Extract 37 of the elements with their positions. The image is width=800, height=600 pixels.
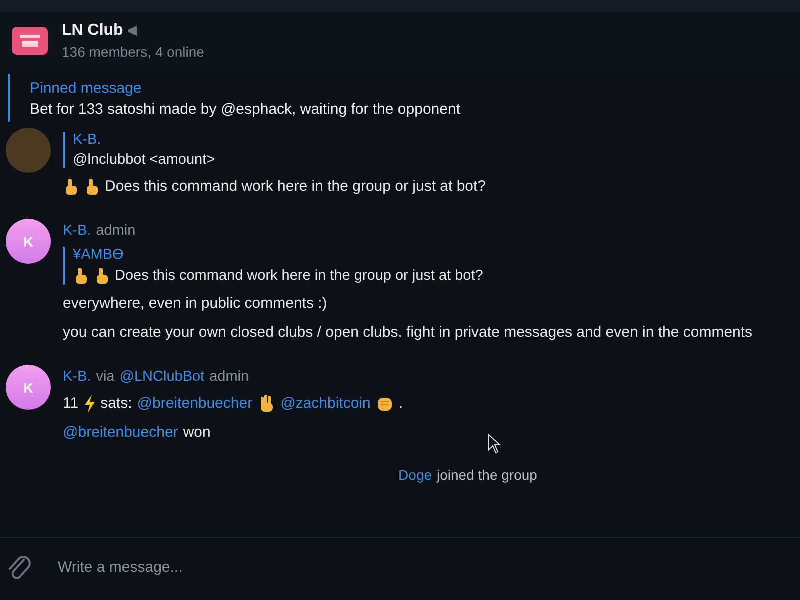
- sender-name[interactable]: K-B.: [63, 223, 92, 239]
- sender-name[interactable]: K-B.: [63, 369, 92, 385]
- group-logo-icon: [10, 25, 50, 57]
- message-text: .: [398, 394, 404, 414]
- mention-link[interactable]: @breitenbuecher: [63, 422, 178, 443]
- pinned-label: Pinned message: [30, 80, 142, 97]
- pointing-hand-icon: [84, 178, 100, 196]
- reply-quote[interactable]: K-B. @lnclubbot <amount>: [63, 132, 486, 168]
- message-text: everywhere, even in public comments :): [63, 294, 328, 314]
- role-label: admin: [210, 369, 250, 385]
- message-text: 11: [63, 394, 79, 414]
- message-text: Does this command work here in the group or just at bot?: [105, 177, 486, 197]
- cursor-icon: [488, 434, 502, 454]
- pointing-hand-icon: [94, 267, 110, 285]
- pointing-hand-icon: [63, 178, 79, 196]
- message-text: you can create your own closed clubs / open clubs. fight in private messages and even in the comments: [63, 323, 753, 343]
- member-link[interactable]: Doge: [398, 467, 432, 483]
- message-text: won: [183, 423, 211, 443]
- reply-text: Does this command work here in the group or just at bot?: [115, 268, 484, 284]
- lightning-icon: [84, 394, 96, 412]
- mention-link[interactable]: @zachbitcoin: [280, 393, 371, 414]
- via-label: via: [96, 369, 115, 385]
- pinned-text: Bet for 133 satoshi made by @esphack, waiting for the opponent: [30, 101, 460, 118]
- reply-author: K-B.: [73, 132, 102, 148]
- message-text: sats:: [100, 394, 132, 414]
- reply-quote[interactable]: ¥AMBӨ Does this command work here in the group or just at bot?: [63, 247, 753, 285]
- service-text: joined the group: [437, 467, 538, 483]
- message-input[interactable]: Write a message...: [56, 558, 794, 576]
- pointing-hand-icon: [73, 267, 89, 285]
- reply-author: ¥AMBӨ: [73, 247, 124, 263]
- reply-text: @lnclubbot <amount>: [73, 152, 216, 168]
- mention-link[interactable]: @breitenbuecher: [137, 393, 253, 414]
- pinned-message-bar[interactable]: Pinned message Bet for 133 satoshi made by @esphack, waiting for the opponent: [8, 74, 800, 122]
- chat-title: LN Club: [62, 22, 124, 40]
- member-count: 136 members, 4 online: [62, 44, 204, 60]
- bot-link[interactable]: @LNClubBot: [120, 369, 205, 385]
- role-label: admin: [96, 223, 136, 239]
